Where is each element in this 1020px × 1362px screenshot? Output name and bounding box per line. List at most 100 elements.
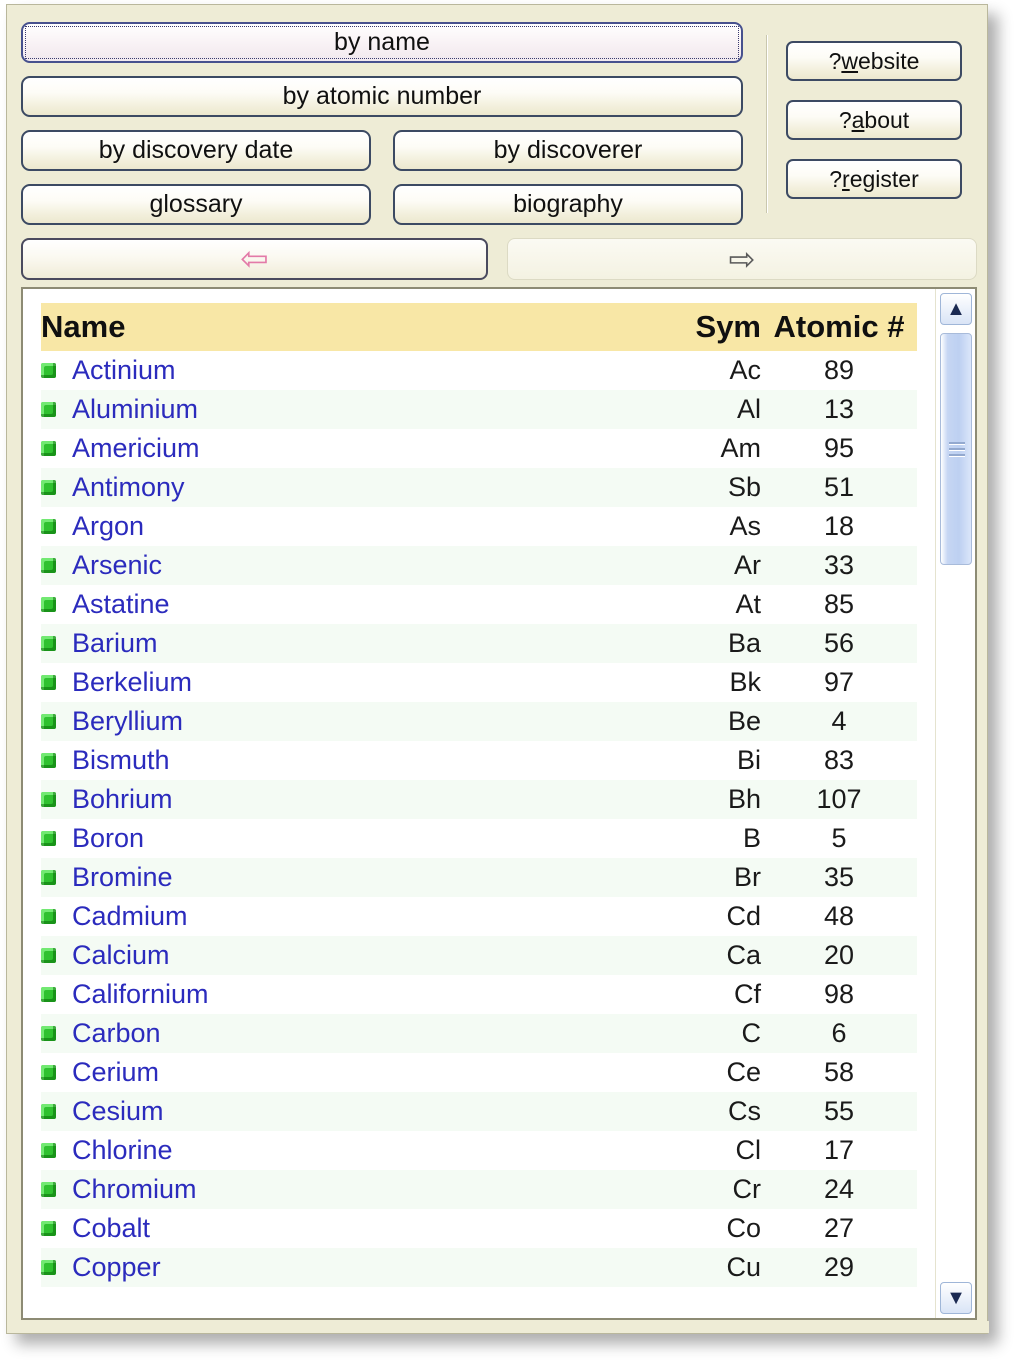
element-name-link[interactable]: Americium <box>72 433 200 463</box>
element-name-cell[interactable]: Arsenic <box>41 546 601 585</box>
table-row[interactable]: AstatineAt85 <box>41 585 917 624</box>
green-cube-icon <box>41 1104 56 1119</box>
table-row[interactable]: BohriumBh107 <box>41 780 917 819</box>
green-cube-icon <box>41 831 56 846</box>
table-row[interactable]: BerkeliumBk97 <box>41 663 917 702</box>
element-name-link[interactable]: Aluminium <box>72 394 198 424</box>
table-row[interactable]: ActiniumAc89 <box>41 351 917 390</box>
element-name-cell[interactable]: Barium <box>41 624 601 663</box>
table-row[interactable]: CeriumCe58 <box>41 1053 917 1092</box>
element-name-link[interactable]: Argon <box>72 511 144 541</box>
table-row[interactable]: CadmiumCd48 <box>41 897 917 936</box>
forward-button[interactable]: ⇨ <box>507 238 977 280</box>
element-name-link[interactable]: Bismuth <box>72 745 170 775</box>
element-table-body: ActiniumAc89AluminiumAl13AmericiumAm95 An… <box>41 351 917 1287</box>
left-arrow-icon: ⇦ <box>240 242 269 276</box>
element-name-cell[interactable]: Americium <box>41 429 601 468</box>
by-discovery-date-button[interactable]: by discovery date <box>21 130 371 171</box>
register-button[interactable]: ? register <box>786 159 962 199</box>
table-row[interactable]: CaliforniumCf98 <box>41 975 917 1014</box>
element-name-cell[interactable]: Berkelium <box>41 663 601 702</box>
element-name-cell[interactable]: Boron <box>41 819 601 858</box>
element-name-cell[interactable]: Chromium <box>41 1170 601 1209</box>
element-name-cell[interactable]: Antimony <box>41 468 601 507</box>
element-name-link[interactable]: Cobalt <box>72 1213 150 1243</box>
scrollbar-thumb[interactable] <box>940 333 972 565</box>
table-row[interactable]: AntimonySb51 <box>41 468 917 507</box>
element-name-cell[interactable]: Beryllium <box>41 702 601 741</box>
table-row[interactable]: CesiumCs55 <box>41 1092 917 1131</box>
element-name-link[interactable]: Chromium <box>72 1174 197 1204</box>
element-name-cell[interactable]: Californium <box>41 975 601 1014</box>
table-row[interactable]: CopperCu29 <box>41 1248 917 1287</box>
column-header-atomic-number[interactable]: Atomic # <box>761 303 917 351</box>
element-name-link[interactable]: Carbon <box>72 1018 161 1048</box>
element-name-cell[interactable]: Actinium <box>41 351 601 390</box>
table-row[interactable]: BismuthBi83 <box>41 741 917 780</box>
element-name-link[interactable]: Calcium <box>72 940 170 970</box>
element-name-cell[interactable]: Cobalt <box>41 1209 601 1248</box>
element-name-link[interactable]: Boron <box>72 823 144 853</box>
glossary-button[interactable]: glossary <box>21 184 371 225</box>
element-name-link[interactable]: Arsenic <box>72 550 162 580</box>
element-name-link[interactable]: Copper <box>72 1252 161 1282</box>
element-name-link[interactable]: Barium <box>72 628 158 658</box>
element-name-cell[interactable]: Calcium <box>41 936 601 975</box>
table-row[interactable]: ChromiumCr24 <box>41 1170 917 1209</box>
element-name-link[interactable]: Actinium <box>72 355 176 385</box>
element-name-cell[interactable]: Aluminium <box>41 390 601 429</box>
element-name-cell[interactable]: Cerium <box>41 1053 601 1092</box>
element-name-link[interactable]: Astatine <box>72 589 170 619</box>
element-name-link[interactable]: Berkelium <box>72 667 192 697</box>
element-name-link[interactable]: Cadmium <box>72 901 188 931</box>
column-header-symbol[interactable]: Sym <box>601 303 761 351</box>
element-name-link[interactable]: Bohrium <box>72 784 173 814</box>
element-name-link[interactable]: Antimony <box>72 472 185 502</box>
element-name-cell[interactable]: Bohrium <box>41 780 601 819</box>
table-row[interactable]: ArsenicAr33 <box>41 546 917 585</box>
table-row[interactable]: ArgonAs18 <box>41 507 917 546</box>
table-row[interactable]: BoronB5 <box>41 819 917 858</box>
element-name-cell[interactable]: Astatine <box>41 585 601 624</box>
by-name-button[interactable]: by name <box>21 22 743 63</box>
element-name-cell[interactable]: Cadmium <box>41 897 601 936</box>
table-row[interactable]: ChlorineCl17 <box>41 1131 917 1170</box>
element-symbol-cell: Sb <box>601 468 761 507</box>
table-row[interactable]: AmericiumAm95 <box>41 429 917 468</box>
table-row[interactable]: CalciumCa20 <box>41 936 917 975</box>
green-cube-icon <box>41 1143 56 1158</box>
element-name-link[interactable]: Beryllium <box>72 706 183 736</box>
about-button[interactable]: ? about <box>786 100 962 140</box>
table-row[interactable]: BerylliumBe4 <box>41 702 917 741</box>
green-cube-icon <box>41 480 56 495</box>
element-name-link[interactable]: Chlorine <box>72 1135 173 1165</box>
by-atomic-number-button[interactable]: by atomic number <box>21 76 743 117</box>
element-name-link[interactable]: Cesium <box>72 1096 164 1126</box>
green-cube-icon <box>41 1182 56 1197</box>
element-name-cell[interactable]: Cesium <box>41 1092 601 1131</box>
element-name-cell[interactable]: Bismuth <box>41 741 601 780</box>
element-name-link[interactable]: Bromine <box>72 862 173 892</box>
element-name-cell[interactable]: Chlorine <box>41 1131 601 1170</box>
element-name-cell[interactable]: Carbon <box>41 1014 601 1053</box>
element-name-cell[interactable]: Copper <box>41 1248 601 1287</box>
by-discoverer-button[interactable]: by discoverer <box>393 130 743 171</box>
biography-button[interactable]: biography <box>393 184 743 225</box>
table-row[interactable]: BromineBr35 <box>41 858 917 897</box>
table-row[interactable]: AluminiumAl13 <box>41 390 917 429</box>
element-name-link[interactable]: Californium <box>72 979 209 1009</box>
element-name-cell[interactable]: Argon <box>41 507 601 546</box>
scroll-up-icon[interactable]: ▲ <box>940 293 972 325</box>
table-row[interactable]: CobaltCo27 <box>41 1209 917 1248</box>
element-name-link[interactable]: Cerium <box>72 1057 159 1087</box>
glossary-button-label: glossary <box>149 192 242 217</box>
vertical-scrollbar[interactable]: ▲ ▼ <box>935 289 975 1318</box>
scroll-down-icon[interactable]: ▼ <box>940 1282 972 1314</box>
table-row[interactable]: CarbonC6 <box>41 1014 917 1053</box>
table-row[interactable]: BariumBa56 <box>41 624 917 663</box>
element-name-cell[interactable]: Bromine <box>41 858 601 897</box>
website-button[interactable]: ? website <box>786 41 962 81</box>
element-atomic-number-cell: 13 <box>761 390 917 429</box>
column-header-name[interactable]: Name <box>41 303 601 351</box>
back-button[interactable]: ⇦ <box>21 238 488 280</box>
